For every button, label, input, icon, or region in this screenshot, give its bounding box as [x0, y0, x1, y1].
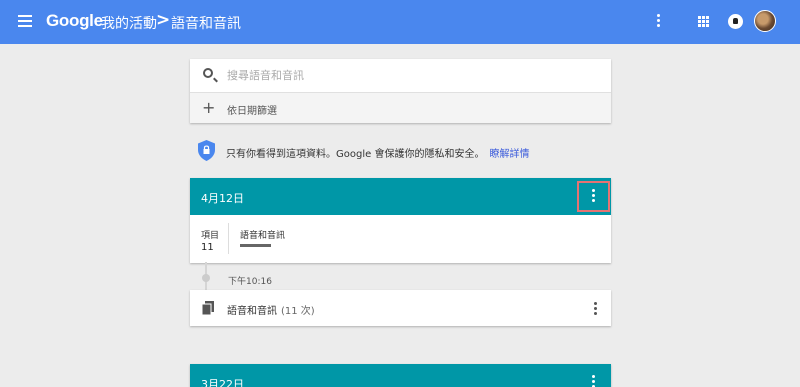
entry-time: 下午10:16 [228, 277, 272, 287]
product-label: 語音和音訊 [240, 231, 286, 241]
breadcrumb-current: 語音和音訊 [171, 16, 241, 32]
more-vert-icon [592, 375, 596, 387]
day-card: 4月12日 項目 11 語音和音訊 [190, 178, 611, 263]
day-date: 3月22日 [201, 378, 244, 387]
shield-lock-icon [198, 140, 215, 161]
filter-by-date-label: 依日期篩選 [227, 106, 277, 117]
search-input[interactable] [227, 65, 587, 85]
items-label: 項目 [201, 231, 220, 241]
filter-by-date-button[interactable]: + 依日期篩選 [190, 92, 611, 123]
day-card-header: 3月22日 [190, 364, 611, 387]
day-card-header: 4月12日 [190, 178, 611, 215]
notifications-icon[interactable] [728, 14, 743, 29]
entry-more-options-icon[interactable] [593, 302, 597, 317]
apps-grid-icon[interactable] [698, 16, 709, 27]
breadcrumb-separator: > [156, 10, 171, 30]
google-logo[interactable]: Google [46, 11, 103, 31]
product-usage-bar [240, 244, 271, 247]
items-count: 11 [201, 242, 214, 253]
document-icon [202, 301, 214, 315]
more-vert-icon[interactable] [652, 14, 664, 30]
privacy-text: 只有你看得到這項資料。Google 會保護你的隱私和安全。 [226, 149, 485, 160]
menu-icon[interactable] [18, 15, 32, 27]
timeline-dot [202, 274, 210, 282]
privacy-notice: 只有你看得到這項資料。Google 會保護你的隱私和安全。 瞭解詳情 [196, 140, 616, 162]
day-card-summary: 項目 11 語音和音訊 [190, 215, 611, 263]
activity-entry[interactable]: 語音和音訊 (11 次) [190, 290, 611, 326]
day-more-options-button[interactable] [577, 181, 610, 212]
entry-count: (11 次) [281, 306, 315, 317]
search-card: + 依日期篩選 [190, 59, 611, 123]
breadcrumb-my-activity[interactable]: 我的活動 [101, 13, 157, 33]
entry-title[interactable]: 語音和音訊 [227, 306, 277, 317]
more-vert-icon [592, 189, 596, 204]
add-icon: + [202, 98, 216, 117]
day-card: 3月22日 [190, 364, 611, 387]
top-app-bar: Google 我的活動 > 語音和音訊 [0, 0, 800, 44]
avatar[interactable] [754, 10, 776, 32]
search-icon [203, 68, 213, 78]
day-date: 4月12日 [201, 192, 244, 205]
search-row [190, 59, 611, 89]
summary-divider [228, 223, 229, 254]
learn-more-link[interactable]: 瞭解詳情 [489, 149, 529, 160]
day-more-options-button[interactable] [577, 367, 610, 387]
